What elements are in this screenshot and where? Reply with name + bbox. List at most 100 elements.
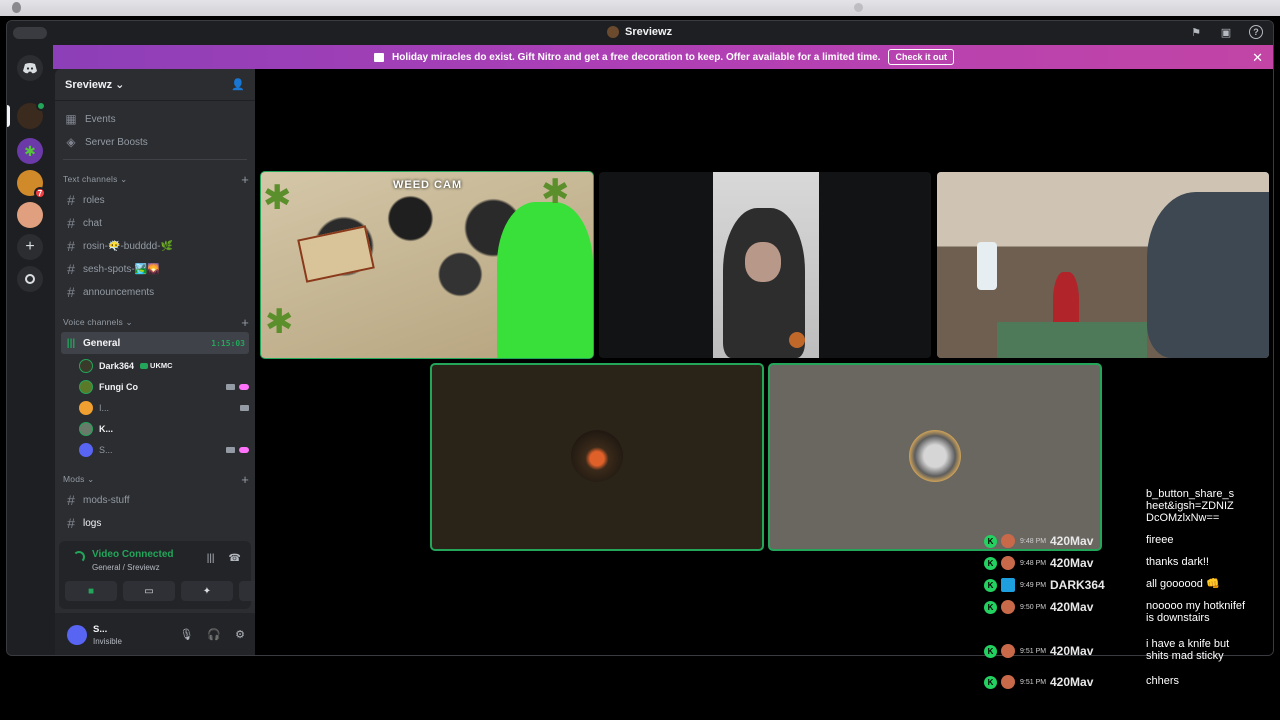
user-status: Invisible [93, 637, 122, 646]
voice-user[interactable]: Fungi Co [79, 376, 249, 397]
voice-channels-category[interactable]: Voice channels ⌄ + [63, 313, 249, 331]
kick-icon: K [984, 676, 997, 689]
activities-icon: ✦ [202, 585, 212, 597]
video-tile-hooded-user[interactable] [599, 172, 931, 358]
screen-share-icon: ▭ [144, 585, 154, 597]
camera-button[interactable]: ■ [65, 581, 117, 601]
leaf-icon: ✱ [541, 173, 570, 211]
voice-channel-general[interactable]: ||| General 1:15:03 [61, 332, 249, 354]
live-icon [239, 383, 249, 390]
avatar [79, 442, 93, 457]
avatar [79, 400, 93, 415]
hash-icon: # [67, 492, 75, 508]
hash-icon: # [67, 215, 75, 231]
inbox-icon[interactable]: ▣ [1219, 25, 1233, 39]
discord-home-icon[interactable] [17, 55, 43, 81]
apple-icon[interactable] [12, 2, 21, 13]
voice-status[interactable]: Video Connected [92, 549, 174, 560]
chat-message: K 9:51 PM 420Mav chhers [984, 675, 1254, 689]
macos-menu-bar [0, 0, 1280, 16]
server-icon-person[interactable] [17, 202, 43, 228]
server-icon-leaf[interactable]: ✱ [17, 138, 43, 164]
voice-user[interactable]: Dark364 UKMC [79, 355, 249, 376]
chat-message: K 9:49 PM DARK364 all goooood 👊 [984, 578, 1254, 592]
hash-icon: # [67, 515, 75, 531]
flag-icon[interactable]: ⚑ [1189, 25, 1203, 39]
channel-sidebar: Sreviewz ⌄ 👤 ▦ Events ◈ Server Boosts Te… [55, 69, 291, 655]
chat-message: K 9:50 PM 420Mav nooooo my hotknifef is … [984, 600, 1254, 624]
noise-suppression-icon[interactable]: ||| [207, 553, 215, 564]
call-timer: 1:15:03 [211, 338, 245, 348]
kick-icon: K [984, 601, 997, 614]
channel-mods-stuff[interactable]: # mods-stuff [61, 489, 249, 511]
avatar [789, 332, 805, 348]
disconnect-icon[interactable]: ☎ [229, 553, 241, 564]
server-header[interactable]: Sreviewz ⌄ 👤 [55, 69, 255, 101]
add-server-icon[interactable]: + [17, 234, 43, 260]
text-channels-category[interactable]: Text channels ⌄ + [63, 170, 249, 188]
camera-icon: ■ [87, 585, 95, 597]
avatar[interactable] [67, 625, 87, 645]
avatar [1001, 556, 1015, 570]
voice-user[interactable]: I... [79, 397, 249, 418]
signal-icon[interactable] [73, 551, 85, 563]
green-avatar-overlay [497, 202, 593, 358]
avatar [79, 379, 93, 394]
username[interactable]: S... [93, 624, 107, 635]
help-icon[interactable]: ? [1249, 25, 1263, 39]
water-bottle [977, 242, 997, 290]
calendar-icon: ▦ [65, 112, 77, 126]
chevron-down-icon: ⌄ [115, 79, 125, 91]
channel-roles[interactable]: # roles [61, 189, 249, 211]
server-icon-sreviewz[interactable] [17, 101, 46, 129]
avatar [79, 358, 93, 373]
add-member-icon[interactable]: 👤 [231, 78, 245, 91]
camera-icon [226, 446, 235, 453]
video-tile-weed-cam[interactable]: ✱ ✱ ✱ WEED CAM [260, 171, 594, 359]
activities-button[interactable]: ✦ [181, 581, 233, 601]
mods-category[interactable]: Mods ⌄ + [63, 470, 249, 488]
channel-chat[interactable]: # chat [61, 212, 249, 234]
kick-icon: K [984, 645, 997, 658]
channel-logs[interactable]: # logs [61, 512, 249, 534]
hash-icon: # [67, 192, 75, 208]
events-item[interactable]: ▦ Events [61, 108, 249, 130]
microphone-icon[interactable]: 🎙 [179, 628, 193, 641]
kick-icon: K [984, 579, 997, 592]
selected-server-pill [7, 105, 10, 127]
settings-icon[interactable]: ⚙ [235, 628, 245, 641]
server-icon-fire[interactable]: 7 [17, 170, 46, 199]
hash-icon: # [67, 238, 75, 254]
headphones-icon[interactable]: 🎧 [207, 628, 221, 641]
avatar [1001, 534, 1015, 548]
channel-sesh-spots[interactable]: # sesh-spots-🏞️🌄 [61, 258, 249, 280]
gaming-chair [1147, 192, 1269, 358]
chat-message-partial: b_button_share_s heet&igsh=ZDNIZ DcOMzlx… [1146, 488, 1235, 524]
add-channel-icon[interactable]: + [241, 472, 249, 487]
add-channel-icon[interactable]: + [241, 315, 249, 330]
check-it-out-button[interactable]: Check it out [888, 49, 954, 65]
server-boosts-item[interactable]: ◈ Server Boosts [61, 131, 249, 153]
channel-announcements[interactable]: # announcements [61, 281, 249, 303]
video-tile-fire-avatar[interactable] [430, 363, 764, 551]
screen-share-button[interactable]: ▭ [123, 581, 175, 601]
channel-rosin[interactable]: # rosin-😶‍🌫️-budddd-🌿 [61, 235, 249, 257]
user-panel: S... Invisible 🎙 🎧 ⚙ [55, 613, 255, 655]
guild-tag: UKMC [140, 361, 173, 370]
add-channel-icon[interactable]: + [241, 172, 249, 187]
voice-location[interactable]: General / Sreviewz [92, 563, 160, 572]
video-tile-room[interactable] [937, 172, 1269, 358]
kick-icon: K [984, 535, 997, 548]
avatar [1001, 600, 1015, 614]
camera-icon [240, 404, 249, 411]
window-controls[interactable] [13, 27, 47, 39]
discover-icon[interactable] [17, 266, 43, 292]
hash-icon: # [67, 261, 75, 277]
video-tile-cat-avatar[interactable] [768, 363, 1102, 551]
voice-user[interactable]: S... [79, 439, 249, 460]
camera-icon [226, 383, 235, 390]
close-icon[interactable]: ✕ [1252, 50, 1263, 66]
voice-user[interactable]: K... [79, 418, 249, 439]
leaf-icon: ✱ [263, 179, 292, 217]
voice-active-icon [36, 101, 46, 111]
